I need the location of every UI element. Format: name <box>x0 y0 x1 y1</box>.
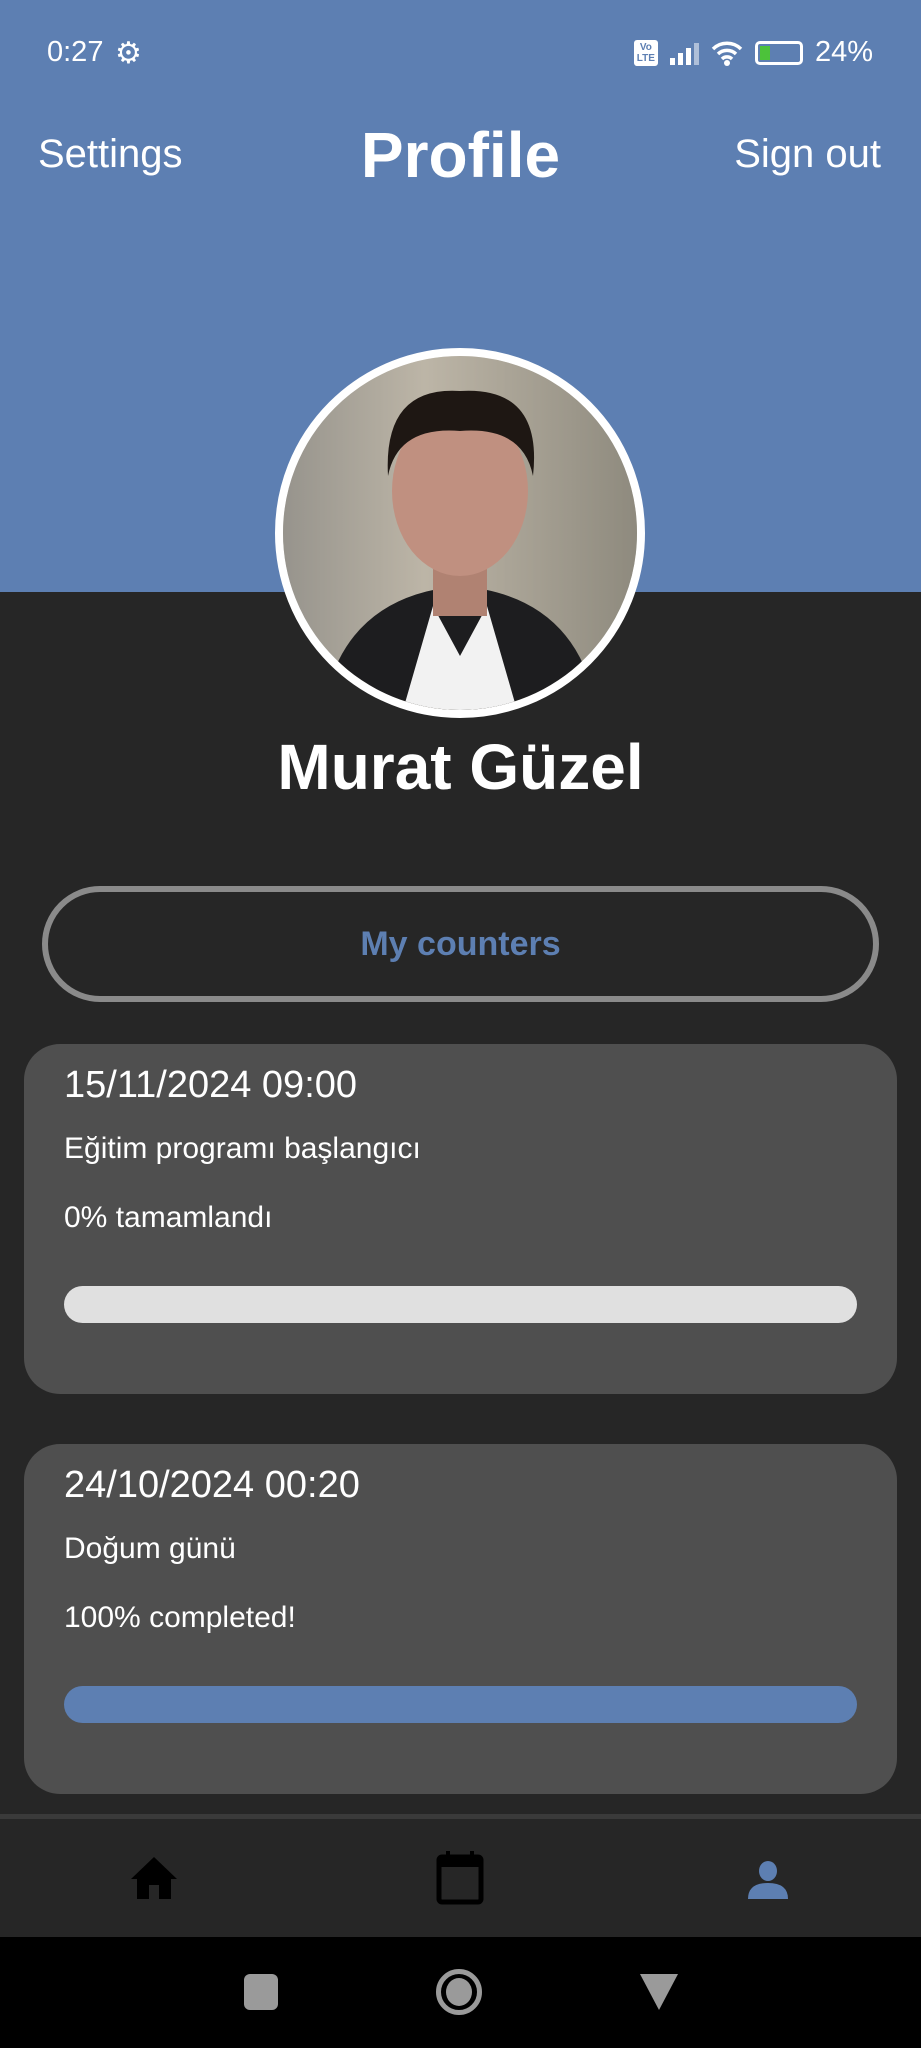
home-button[interactable] <box>436 1969 482 2015</box>
counter-date: 24/10/2024 00:20 <box>64 1464 360 1506</box>
avatar <box>275 348 645 718</box>
home-icon[interactable] <box>131 1857 177 1899</box>
bottom-nav <box>0 1819 921 1937</box>
status-bar: 0:27 ⚙ Vo LTE 24% <box>0 36 921 72</box>
gear-icon: ⚙ <box>115 37 142 70</box>
counter-status: 0% tamamlandı <box>64 1201 273 1234</box>
battery-level: 24% <box>814 36 873 68</box>
back-button[interactable] <box>640 1974 678 2010</box>
calendar-icon[interactable] <box>436 1851 484 1905</box>
wifi-icon <box>711 41 743 66</box>
counter-title: Eğitim programı başlangıcı <box>64 1132 421 1165</box>
signal-icon <box>669 41 699 65</box>
progress-bar <box>64 1686 857 1723</box>
profile-name: Murat Güzel <box>277 731 644 803</box>
battery-icon <box>754 40 803 65</box>
my-counters-button[interactable]: My counters <box>42 886 879 1002</box>
counter-card[interactable]: 24/10/2024 00:20 Doğum günü 100% complet… <box>24 1444 897 1794</box>
counter-date: 15/11/2024 09:00 <box>64 1064 358 1106</box>
counter-title: Doğum günü <box>64 1532 236 1565</box>
recents-button[interactable] <box>244 1974 278 2010</box>
progress-bar <box>64 1286 857 1323</box>
system-nav <box>0 1937 921 2048</box>
profile-icon[interactable] <box>748 1861 788 1899</box>
counter-card[interactable]: 15/11/2024 09:00 Eğitim programı başlang… <box>24 1044 897 1394</box>
volte-icon: Vo LTE <box>633 39 658 66</box>
sign-out-button[interactable]: Sign out <box>734 132 881 177</box>
status-time: 0:27 <box>47 36 104 68</box>
counter-status: 100% completed! <box>64 1601 296 1634</box>
